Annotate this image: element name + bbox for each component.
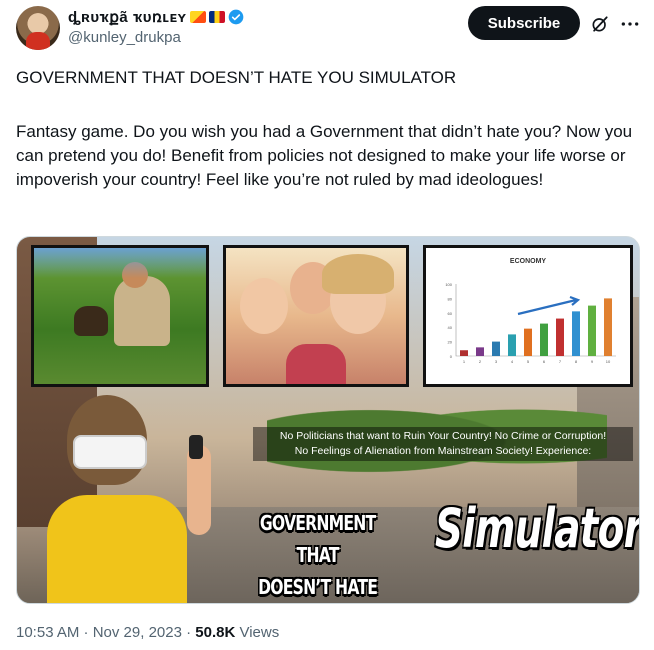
- chart-bar: [508, 334, 516, 356]
- headline-line-2: DOESN’T HATE YOU: [258, 575, 378, 599]
- chart-bar: [556, 318, 564, 356]
- display-name-text[interactable]: ȡʀᴜҡքã ҡᴜռʟᴇʏ: [68, 8, 187, 26]
- subscribe-button[interactable]: Subscribe: [468, 6, 580, 40]
- chart-bar: [492, 341, 500, 356]
- x-tick-label: 5: [527, 359, 530, 364]
- verified-badge-icon: [228, 9, 243, 25]
- trend-arrow: [517, 295, 581, 316]
- chart-bar: [604, 298, 612, 356]
- headline-simulator: Simulator: [435, 497, 640, 560]
- chart-bar: [460, 350, 468, 356]
- chart-bar: [476, 347, 484, 356]
- panel-dog-photo: [31, 245, 209, 387]
- panel-women-photo: [223, 245, 409, 387]
- x-tick-label: 3: [495, 359, 498, 364]
- x-tick-label: 2: [479, 359, 482, 364]
- tweet-image[interactable]: ECONOMY 0 20 40 60 80 100 1 2 3 4 5 6 7 8 9 10 No Polit…: [16, 236, 640, 604]
- author-names: ȡʀᴜҡքã ҡᴜռʟᴇʏ @kunley_drukpa: [68, 8, 244, 46]
- chart-bar: [572, 311, 580, 356]
- y-tick-label: 100: [445, 282, 452, 287]
- promo-overlay-text: No Politicians that want to Ruin Your Co…: [253, 427, 633, 461]
- x-tick-label: 4: [511, 359, 514, 364]
- author-display-name[interactable]: ȡʀᴜҡքã ҡᴜռʟᴇʏ: [68, 8, 244, 26]
- x-tick-label: 6: [543, 359, 546, 364]
- author-handle[interactable]: @kunley_drukpa: [68, 29, 244, 46]
- views-count: 50.8K: [195, 624, 236, 641]
- timestamp[interactable]: 10:53 AM · Nov 29, 2023 ·: [16, 624, 195, 641]
- y-tick-label: 20: [448, 340, 453, 345]
- x-tick-label: 8: [575, 359, 578, 364]
- flag-romania-icon: [208, 11, 225, 23]
- tweet-title: GOVERNMENT THAT DOESN’T HATE YOU SIMULAT…: [16, 68, 457, 87]
- tweet-body: Fantasy game. Do you wish you had a Gove…: [16, 122, 633, 189]
- overlay-line-1: No Politicians that want to Ruin Your Co…: [279, 430, 607, 442]
- headline-line-1: GOVERNMENT THAT: [259, 511, 376, 567]
- x-tick-label: 1: [463, 359, 466, 364]
- x-tick-label: 7: [559, 359, 562, 364]
- overlay-line-2: No Feelings of Alienation from Mainstrea…: [294, 445, 592, 457]
- vr-headset-person: [37, 395, 227, 603]
- headline-text: GOVERNMENT THAT DOESN’T HATE YOU: [249, 507, 386, 603]
- y-tick-label: 60: [448, 311, 453, 316]
- x-tick-label: 10: [606, 359, 611, 364]
- economy-bar-chart: 0 20 40 60 80 100 1 2 3 4 5 6 7 8 9 10: [445, 282, 616, 364]
- tweet-footer: 10:53 AM · Nov 29, 2023 · 50.8K Views: [16, 624, 279, 641]
- avatar[interactable]: [16, 6, 60, 50]
- chart-bar: [540, 323, 548, 356]
- y-tick-label: 40: [448, 325, 453, 330]
- y-tick-label: 0: [450, 354, 453, 359]
- chart-bar: [588, 305, 596, 356]
- tweet-header: ȡʀᴜҡքã ҡᴜռʟᴇʏ @kunley_drukpa Subscribe: [16, 6, 642, 50]
- y-tick-label: 80: [448, 296, 453, 301]
- views-label: Views: [235, 624, 280, 641]
- x-tick-label: 9: [591, 359, 594, 364]
- panel-economy-chart: ECONOMY 0 20 40 60 80 100 1 2 3 4 5 6 7 8 9 10: [423, 245, 633, 387]
- grok-icon[interactable]: [590, 14, 610, 34]
- chart-bar: [524, 328, 532, 356]
- flag-bhutan-icon: [189, 11, 206, 23]
- more-options-icon[interactable]: [620, 14, 640, 34]
